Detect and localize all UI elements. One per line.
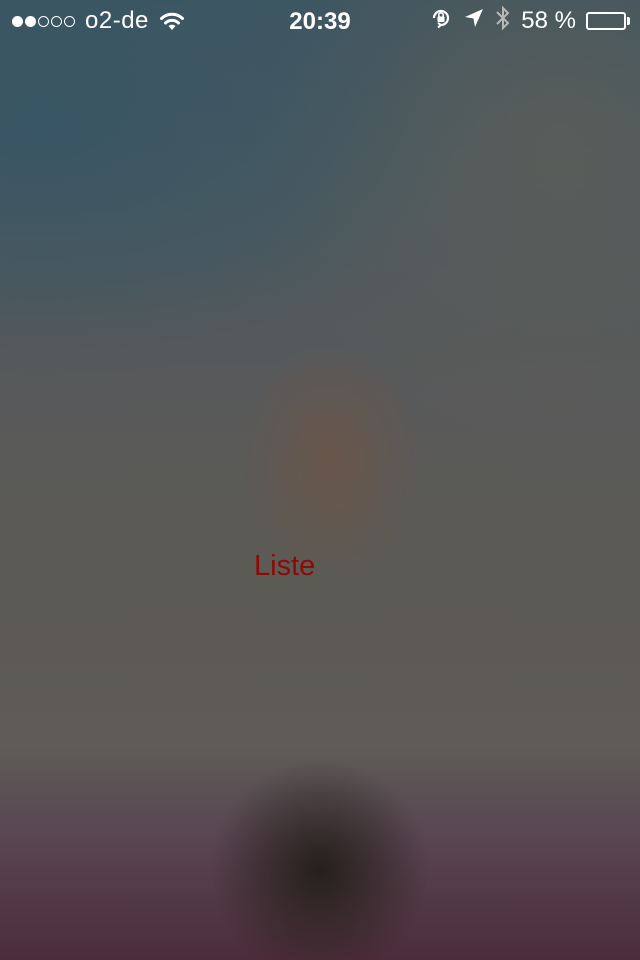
status-bar: o2-de 20:39 58 % (0, 0, 640, 40)
screen: o2-de 20:39 58 % Liste (0, 0, 640, 960)
bluetooth-icon (495, 5, 511, 38)
location-arrow-icon (463, 7, 485, 36)
status-bar-right: 58 % (429, 5, 630, 38)
list-label[interactable]: Liste (254, 550, 315, 583)
battery-icon (586, 12, 630, 30)
battery-percentage: 58 % (521, 7, 576, 34)
rotation-lock-icon (429, 6, 453, 37)
